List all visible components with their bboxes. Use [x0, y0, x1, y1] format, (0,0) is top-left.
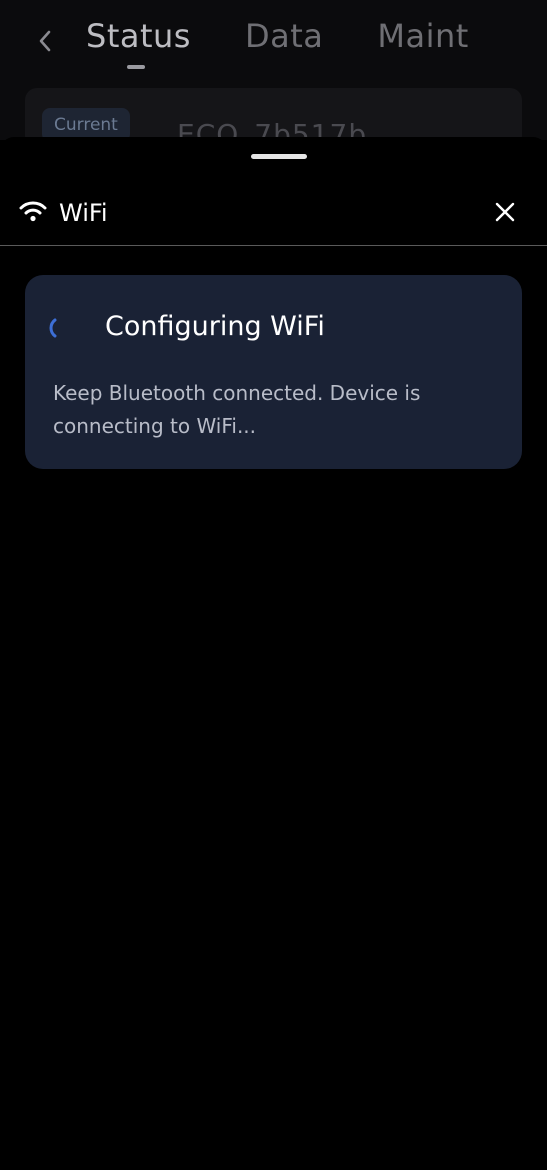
wifi-bottom-sheet: WiFi Configuring WiFi Keep Bluetooth con… — [0, 137, 547, 1170]
tab-maint[interactable]: Maint — [377, 14, 468, 58]
close-icon — [495, 202, 515, 222]
screen: Status Data Maint Current ECO_7b517b WiF… — [0, 0, 547, 1170]
background-app-header: Status Data Maint Current ECO_7b517b — [0, 0, 547, 148]
tab-data-label: Data — [244, 17, 324, 55]
back-button[interactable] — [30, 26, 60, 56]
sheet-grabber-handle[interactable] — [251, 154, 307, 159]
tab-data[interactable]: Data — [245, 14, 323, 58]
wifi-status-card: Configuring WiFi Keep Bluetooth connecte… — [25, 275, 522, 469]
close-button[interactable] — [490, 197, 520, 227]
tab-bar: Status Data Maint — [86, 14, 469, 69]
sheet-header: WiFi — [0, 187, 547, 246]
chevron-left-icon — [39, 30, 51, 52]
status-message: Keep Bluetooth connected. Device is conn… — [53, 381, 421, 438]
sheet-title: WiFi — [59, 199, 108, 227]
tab-status[interactable]: Status — [86, 14, 191, 69]
tab-maint-label: Maint — [377, 17, 469, 55]
status-title: Configuring WiFi — [105, 311, 325, 342]
tab-active-indicator — [127, 65, 145, 69]
loading-spinner-icon — [49, 318, 57, 338]
tab-status-label: Status — [86, 17, 191, 55]
wifi-icon — [19, 201, 47, 222]
